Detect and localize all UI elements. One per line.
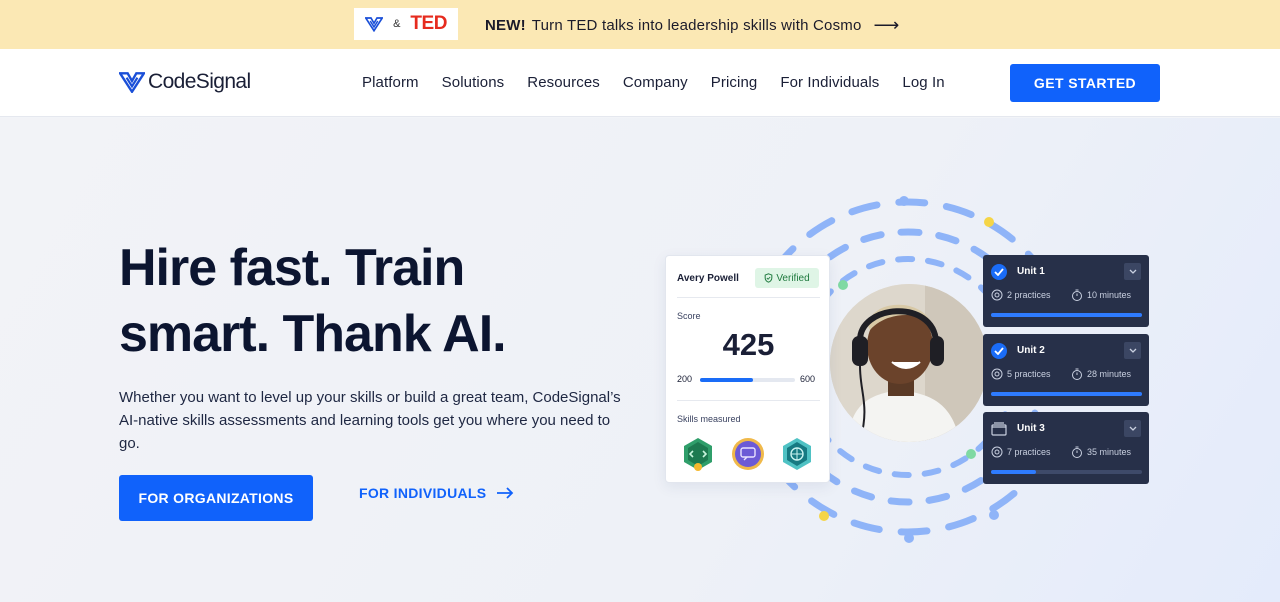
promo-message[interactable]: NEW! Turn TED talks into leadership skil…: [485, 15, 900, 36]
unit-practices: 7 practices: [991, 446, 1051, 458]
brain-badge-icon: [783, 438, 811, 470]
score-bar: [700, 378, 795, 382]
unit-practices-label: 2 practices: [1007, 290, 1051, 300]
stopwatch-icon: [1072, 289, 1082, 301]
codesignal-logo-icon: [365, 17, 384, 32]
nav-for-individuals[interactable]: For Individuals: [780, 74, 879, 91]
unit-progress-fill: [991, 470, 1037, 474]
unit-practices: 2 practices: [991, 289, 1051, 301]
unit-card[interactable]: Unit 3 7 practices 35 minutes: [983, 412, 1149, 484]
unit-duration: 35 minutes: [1071, 446, 1131, 458]
hero-subtitle: Whether you want to level up your skills…: [119, 389, 621, 452]
divider: [677, 400, 820, 401]
unit-card[interactable]: Unit 1 2 practices 10 minutes: [983, 255, 1149, 327]
ring-dot-green: [838, 280, 848, 290]
unit-duration-label: 10 minutes: [1087, 290, 1132, 300]
unit-practices-label: 7 practices: [1007, 447, 1051, 457]
stopwatch-icon: [1072, 446, 1082, 458]
promo-text: Turn TED talks into leadership skills wi…: [531, 17, 862, 34]
score-bar-fill: [700, 378, 754, 382]
unit-title: Unit 3: [1017, 423, 1045, 434]
hero-title-line-1: Hire fast. Train: [119, 239, 465, 297]
chevron-down-icon[interactable]: [1124, 342, 1141, 359]
brand-name: CodeSignal: [148, 70, 251, 93]
arrow-right-icon: ⟶: [873, 15, 900, 35]
unit-progress-fill: [991, 392, 1142, 396]
unit-progress-bar: [991, 470, 1142, 474]
communication-badge-icon: [732, 438, 764, 470]
codesignal-ted-logo: & TED: [354, 8, 458, 40]
for-individuals-link[interactable]: FOR INDIVIDUALS: [359, 485, 514, 501]
verified-label: Verified: [776, 272, 810, 284]
unit-progress-fill: [991, 313, 1142, 317]
nav-resources[interactable]: Resources: [527, 74, 600, 91]
site-header: CodeSignal Platform Solutions Resources …: [0, 49, 1280, 117]
nav-solutions[interactable]: Solutions: [442, 74, 505, 91]
target-icon: [991, 368, 1003, 380]
nav-pricing[interactable]: Pricing: [711, 74, 758, 91]
target-icon: [991, 289, 1003, 301]
learner-photo: [830, 284, 988, 442]
ring-dot-green: [966, 449, 976, 459]
unit-title: Unit 2: [1017, 345, 1045, 356]
unit-title: Unit 1: [1017, 266, 1045, 277]
nav-log-in[interactable]: Log In: [902, 74, 944, 91]
check-circle-icon: [991, 343, 1007, 359]
unit-practices: 5 practices: [991, 368, 1051, 380]
score-value: 425: [722, 327, 775, 362]
ring-dot-yellow: [984, 217, 994, 227]
unit-duration-label: 28 minutes: [1087, 369, 1132, 379]
nav-company[interactable]: Company: [623, 74, 688, 91]
ring-dot: [904, 533, 914, 543]
unit-card[interactable]: Unit 2 5 practices 28 minutes: [983, 334, 1149, 406]
code-badge-icon: [684, 438, 712, 471]
unit-practices-label: 5 practices: [1007, 369, 1051, 379]
get-started-button[interactable]: GET STARTED: [1010, 64, 1160, 102]
ampersand: &: [393, 18, 401, 30]
new-label: NEW!: [485, 17, 526, 34]
person-with-headphones-illustration: [830, 284, 988, 442]
stopwatch-icon: [1072, 368, 1082, 380]
ring-dot-yellow: [819, 511, 829, 521]
ted-logo: TED: [410, 13, 447, 34]
hero-title-line-2: smart. Thank AI.: [119, 305, 507, 363]
for-individuals-label: FOR INDIVIDUALS: [359, 485, 487, 501]
target-icon: [991, 446, 1003, 458]
score-range-max: 600: [800, 374, 816, 384]
divider: [677, 297, 820, 298]
for-organizations-button[interactable]: FOR ORGANIZATIONS: [119, 475, 313, 521]
announcement-bar[interactable]: & TED NEW! Turn TED talks into leadershi…: [0, 0, 1280, 49]
skills-measured-label: Skills measured: [677, 414, 741, 424]
unit-duration: 10 minutes: [1071, 289, 1131, 301]
folder-icon: [991, 421, 1007, 437]
main-nav: Platform Solutions Resources Company Pri…: [362, 74, 968, 91]
brand-logo[interactable]: CodeSignal: [119, 70, 251, 94]
ring-dot: [899, 196, 909, 206]
shield-check-icon: [764, 273, 773, 283]
score-range-min: 200: [677, 374, 693, 384]
chevron-down-icon[interactable]: [1124, 263, 1141, 280]
arrow-right-icon: [497, 487, 514, 499]
hero-title: Hire fast. Train smart. Thank AI.: [119, 235, 639, 367]
unit-progress-bar: [991, 313, 1142, 317]
score-label: Score: [677, 311, 701, 321]
chevron-down-icon[interactable]: [1124, 420, 1141, 437]
nav-platform[interactable]: Platform: [362, 74, 419, 91]
hero-section: Hire fast. Train smart. Thank AI. Whethe…: [0, 118, 1280, 602]
unit-duration: 28 minutes: [1071, 368, 1131, 380]
check-circle-icon: [991, 264, 1007, 280]
verified-badge: Verified: [755, 268, 819, 288]
score-card: Avery Powell Verified Score 425 200 600 …: [665, 255, 830, 483]
candidate-name: Avery Powell: [677, 273, 739, 284]
unit-duration-label: 35 minutes: [1087, 447, 1132, 457]
unit-progress-bar: [991, 392, 1142, 396]
ring-dot: [989, 510, 999, 520]
codesignal-logo-icon: [119, 72, 145, 93]
